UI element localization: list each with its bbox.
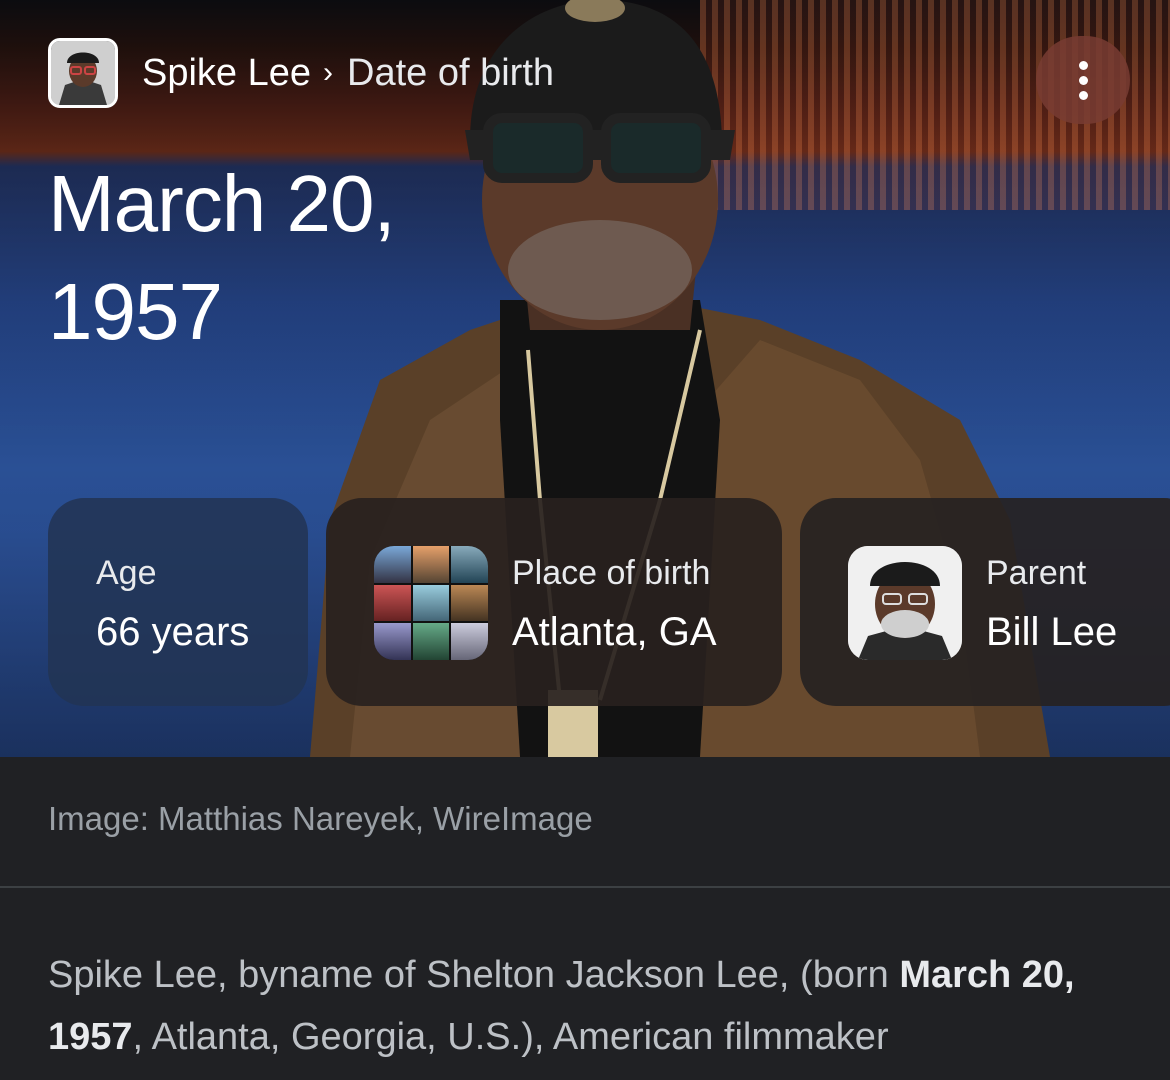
more-vert-icon-dot xyxy=(1078,75,1088,85)
parent-card[interactable]: Parent Bill Lee xyxy=(800,498,1170,706)
place-of-birth-card[interactable]: Place of birth Atlanta, GA xyxy=(326,498,782,706)
parent-label: Parent xyxy=(986,554,1087,592)
breadcrumb-header: Spike Lee › Date of birth xyxy=(48,36,554,110)
entity-avatar-image xyxy=(51,41,115,105)
age-label: Age xyxy=(96,554,157,592)
entity-avatar[interactable] xyxy=(48,38,118,108)
description-text-pre: Spike Lee, byname of Shelton Jackson Lee… xyxy=(48,954,900,996)
breadcrumb: Spike Lee › Date of birth xyxy=(142,52,554,95)
more-vert-icon xyxy=(1078,60,1088,70)
more-vert-icon-dot xyxy=(1078,90,1088,100)
divider xyxy=(0,886,1170,888)
parent-value: Bill Lee xyxy=(986,610,1118,654)
description-snippet: Spike Lee, byname of Shelton Jackson Lee… xyxy=(48,944,1138,1068)
breadcrumb-separator: › xyxy=(323,56,334,89)
place-of-birth-value: Atlanta, GA xyxy=(512,610,717,654)
parent-photo xyxy=(848,546,962,660)
description-text-post: , Atlanta, Georgia, U.S.), American film… xyxy=(132,1016,889,1058)
breadcrumb-attribute: Date of birth xyxy=(347,51,555,94)
answer-date: March 20, 1957 xyxy=(48,159,396,356)
image-credit: Image: Matthias Nareyek, WireImage xyxy=(48,800,593,837)
breadcrumb-entity[interactable]: Spike Lee xyxy=(142,52,311,95)
age-value: 66 years xyxy=(96,610,250,654)
city-collage-image xyxy=(374,546,488,660)
more-options-button[interactable] xyxy=(1036,36,1130,124)
age-card[interactable]: Age 66 years xyxy=(48,498,308,706)
place-of-birth-label: Place of birth xyxy=(512,554,711,592)
